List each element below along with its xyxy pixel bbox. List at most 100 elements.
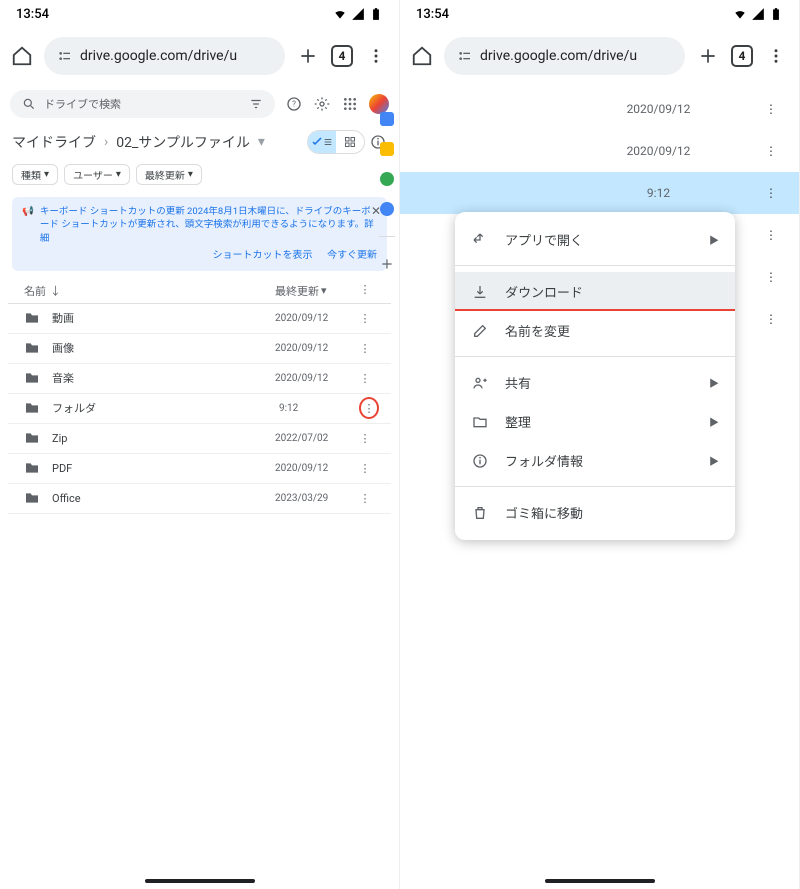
check-list-icon [311, 136, 323, 148]
calendar-app-icon[interactable] [380, 112, 394, 126]
wifi-icon [333, 7, 347, 21]
menu-label: ダウンロード [505, 282, 583, 301]
chevron-right-icon: ▶ [709, 375, 719, 390]
keep-app-icon[interactable] [380, 142, 394, 156]
menu-rename[interactable]: 名前を変更 [455, 311, 735, 350]
file-row[interactable]: フォルダ 9:12 ⋮ [8, 394, 391, 424]
caret-down-icon: ▾ [116, 169, 121, 180]
row-more-button[interactable]: ⋮ [355, 372, 375, 385]
row-more-button[interactable]: ⋮ [355, 342, 375, 355]
battery-icon [369, 7, 383, 21]
signal-icon [351, 7, 365, 21]
gear-icon [314, 96, 330, 112]
file-row[interactable]: 画像 2020/09/12 ⋮ [8, 334, 391, 364]
menu-folder-info[interactable]: フォルダ情報 ▶ [455, 441, 735, 480]
share-icon [471, 375, 489, 391]
nav-handle[interactable] [145, 879, 255, 883]
plus-icon [698, 46, 718, 66]
file-date: 2020/09/12 [275, 313, 355, 324]
nav-handle[interactable] [545, 879, 655, 883]
view-toggle[interactable] [307, 130, 365, 154]
tab-switcher[interactable]: 4 [331, 45, 353, 67]
plus-icon [298, 46, 318, 66]
row-more-button[interactable]: ⋮ [765, 270, 777, 284]
new-tab-button[interactable] [295, 43, 321, 69]
filter-chips: 種類▾ ユーザー▾ 最終更新▾ [0, 160, 399, 193]
context-menu: アプリで開く ▶ ダウンロード 名前を変更 共有 ▶ 整理 ▶ フォルダ情報 ▶… [455, 212, 735, 540]
chevron-right-icon: › [104, 134, 108, 150]
phone-left: 13:54 drive.google.com/drive/u 4 ドライブで検索 [0, 0, 400, 889]
tasks-app-icon[interactable] [380, 172, 394, 186]
breadcrumb-root[interactable]: マイドライブ [12, 132, 96, 152]
list-item[interactable]: 2020/09/12 ⋮ [400, 88, 799, 130]
add-addon-button[interactable] [380, 257, 394, 271]
side-panel-rail [375, 108, 399, 271]
file-row[interactable]: 音楽 2020/09/12 ⋮ [8, 364, 391, 394]
more-vert-icon [367, 47, 385, 65]
menu-trash[interactable]: ゴミ箱に移動 [455, 493, 735, 532]
support-button[interactable]: ? [285, 95, 303, 113]
more-vert-icon [767, 47, 785, 65]
plus-icon [380, 257, 394, 271]
folder-icon [24, 340, 40, 356]
list-item[interactable]: 2020/09/12 ⋮ [400, 130, 799, 172]
browser-menu-button[interactable] [763, 43, 789, 69]
caret-down-icon: ▾ [188, 169, 193, 180]
apps-grid-icon [342, 96, 358, 112]
column-date-label[interactable]: 最終更新 [275, 283, 319, 299]
list-view-button[interactable] [308, 131, 336, 153]
menu-organize[interactable]: 整理 ▶ [455, 402, 735, 441]
filter-modified-chip[interactable]: 最終更新▾ [136, 164, 202, 185]
banner-action-show[interactable]: ショートカットを表示 [213, 250, 313, 261]
file-name: Zip [52, 432, 275, 445]
row-more-button[interactable]: ⋮ [765, 102, 777, 116]
menu-download[interactable]: ダウンロード [455, 272, 735, 311]
file-name: 音楽 [52, 370, 275, 386]
row-more-button[interactable]: ⋮ [765, 312, 777, 326]
menu-divider [455, 265, 735, 266]
row-more-button[interactable]: ⋮ [765, 144, 777, 158]
filter-type-chip[interactable]: 種類▾ [12, 164, 58, 185]
file-row[interactable]: Office 2023/03/29 ⋮ [8, 484, 391, 514]
banner-action-update[interactable]: 今すぐ更新 [327, 250, 377, 261]
menu-divider [455, 486, 735, 487]
home-button[interactable] [10, 44, 34, 68]
trash-icon [471, 505, 489, 521]
new-tab-button[interactable] [695, 43, 721, 69]
file-row[interactable]: Zip 2022/07/02 ⋮ [8, 424, 391, 454]
url-bar[interactable]: drive.google.com/drive/u [444, 37, 685, 75]
search-input[interactable]: ドライブで検索 [10, 90, 275, 118]
row-more-button[interactable]: ⋮ [355, 462, 375, 475]
file-row[interactable]: PDF 2020/09/12 ⋮ [8, 454, 391, 484]
folder-icon [24, 310, 40, 326]
filter-user-chip[interactable]: ユーザー▾ [64, 164, 130, 185]
row-more-button[interactable]: ⋮ [355, 492, 375, 505]
menu-open-with[interactable]: アプリで開く ▶ [455, 220, 735, 259]
contacts-app-icon[interactable] [380, 202, 394, 216]
row-more-button[interactable]: ⋮ [765, 228, 777, 242]
home-icon [411, 45, 433, 67]
list-item-selected[interactable]: 9:12 ⋮ [400, 172, 799, 214]
tab-switcher[interactable]: 4 [731, 45, 753, 67]
browser-menu-button[interactable] [363, 43, 389, 69]
menu-share[interactable]: 共有 ▶ [455, 363, 735, 402]
status-bar: 13:54 [400, 0, 799, 28]
row-more-button[interactable]: ⋮ [765, 186, 777, 200]
file-date: 2020/09/12 [422, 102, 745, 116]
home-button[interactable] [410, 44, 434, 68]
row-more-button[interactable]: ⋮ [355, 432, 375, 445]
settings-button[interactable] [313, 95, 331, 113]
battery-icon [769, 7, 783, 21]
filter-icon [249, 97, 263, 111]
header-more-button[interactable]: ⋮ [355, 283, 375, 299]
row-more-button[interactable]: ⋮ [355, 312, 375, 325]
file-row[interactable]: 動画 2020/09/12 ⋮ [8, 304, 391, 334]
caret-down-icon[interactable]: ▾ [258, 134, 265, 150]
column-name-label[interactable]: 名前 [24, 283, 46, 299]
apps-button[interactable] [341, 95, 359, 113]
open-with-icon [471, 232, 489, 248]
row-more-button-highlighted[interactable]: ⋮ [359, 397, 379, 419]
grid-view-button[interactable] [336, 131, 364, 153]
breadcrumb-current[interactable]: 02_サンプルファイル [116, 132, 250, 152]
url-bar[interactable]: drive.google.com/drive/u [44, 37, 285, 75]
